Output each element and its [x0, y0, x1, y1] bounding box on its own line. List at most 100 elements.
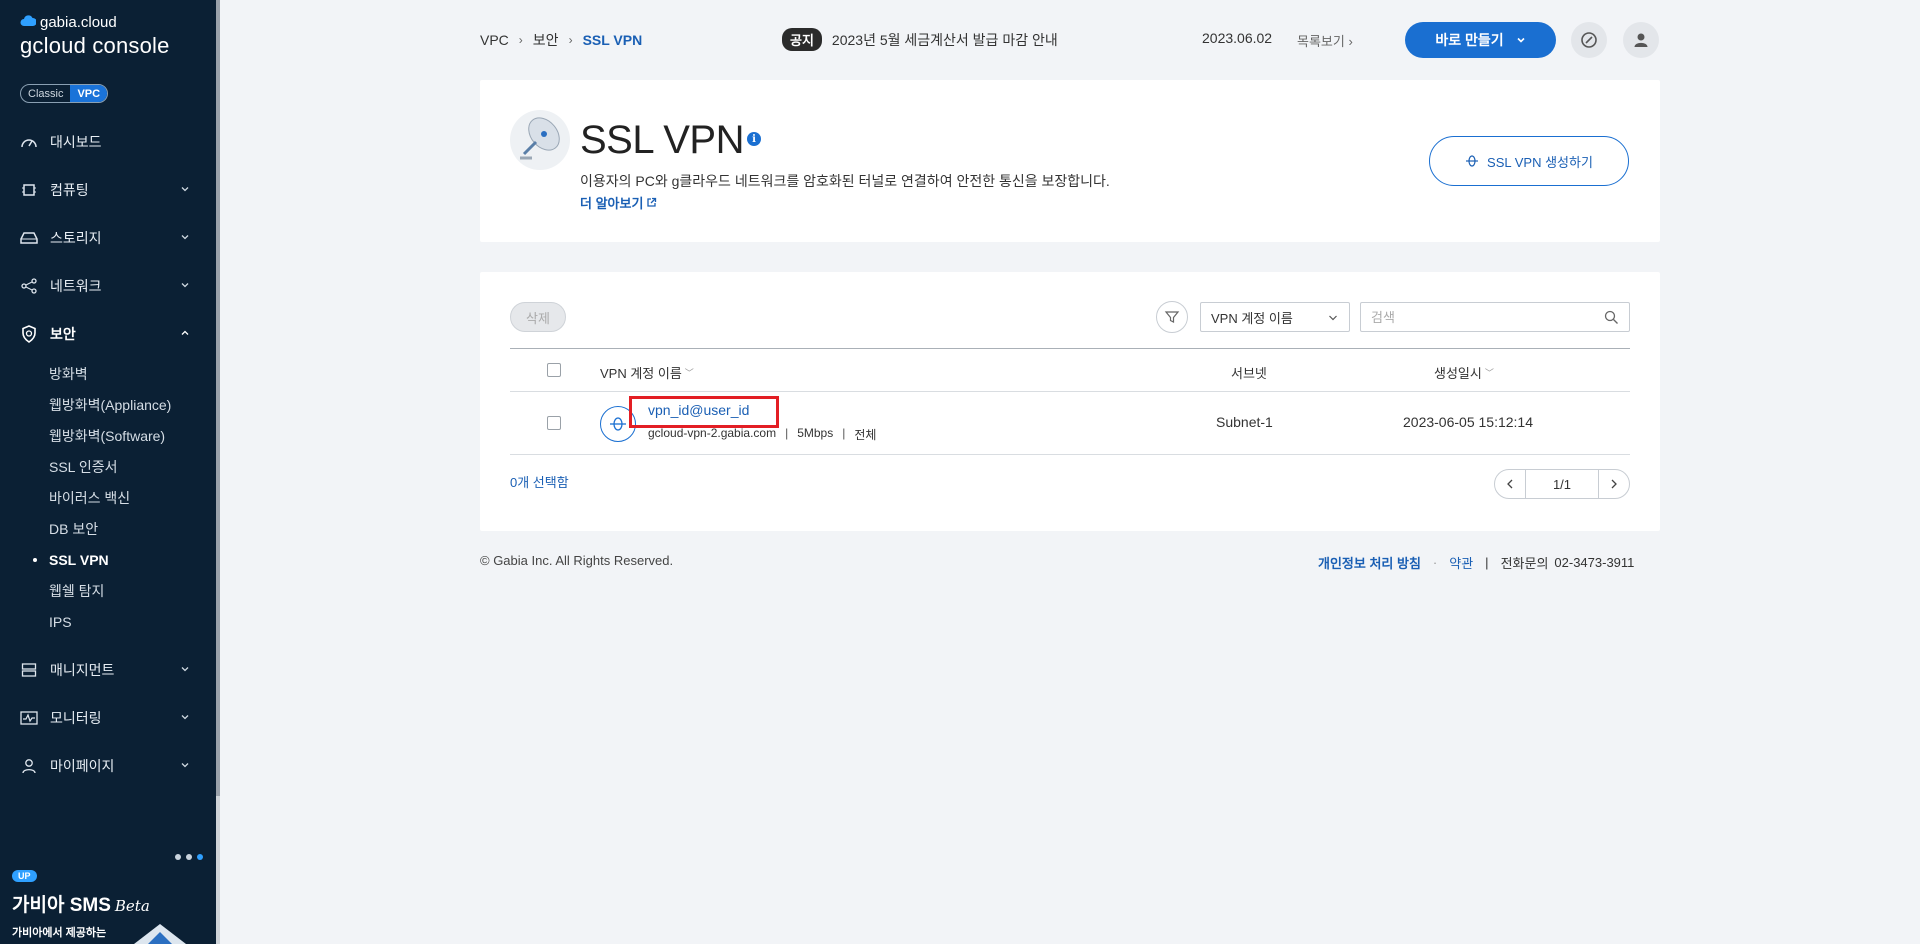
promo-badge: UP: [12, 870, 37, 882]
selected-count: 0개 선택함: [510, 475, 569, 490]
monitor-icon: [20, 709, 38, 727]
chevron-down-icon: [181, 283, 189, 288]
chevron-right-icon: ›: [1344, 34, 1353, 49]
toggle-vpc[interactable]: VPC: [70, 85, 108, 102]
logo-small-text: gabia.cloud: [40, 14, 117, 31]
sidebar-item-computing[interactable]: 컴퓨팅: [0, 166, 216, 214]
learn-more-link[interactable]: 더 알아보기: [580, 193, 657, 212]
chevron-down-icon: [1329, 315, 1337, 321]
sidebar-item-label: 대시보드: [50, 134, 102, 150]
sidebar-subitem-ips[interactable]: IPS: [49, 606, 216, 637]
search-box: [1360, 302, 1630, 332]
promo-banner[interactable]: UP 가비아 SMS Beta 가비아에서 제공하는: [0, 840, 216, 944]
sidebar-subitem-firewall[interactable]: 방화벽: [49, 358, 216, 389]
sidebar-item-label: 스토리지: [50, 230, 102, 246]
search-icon[interactable]: [1604, 310, 1619, 325]
sidebar-subitem-webshell-detection[interactable]: 웹쉘 탐지: [49, 575, 216, 606]
chevron-down-icon: [181, 187, 189, 192]
chat-icon: [1581, 32, 1597, 48]
satellite-icon: [510, 110, 570, 170]
console-mode-toggle[interactable]: Classic VPC: [20, 84, 109, 103]
chevron-down-icon: [181, 715, 189, 720]
terms-link[interactable]: 약관: [1449, 553, 1473, 572]
sidebar-nav-bottom: 매니지먼트 모니터링 마이페이지: [0, 646, 216, 790]
row-checkbox[interactable]: [547, 416, 561, 430]
divider: |: [842, 426, 846, 440]
next-page-button[interactable]: [1598, 469, 1630, 499]
search-field-select[interactable]: VPN 계정 이름: [1200, 302, 1350, 332]
privacy-policy-link[interactable]: 개인정보 처리 방침: [1318, 553, 1421, 572]
sidebar-item-monitoring[interactable]: 모니터링: [0, 694, 216, 742]
sidebar-item-dashboard[interactable]: 대시보드: [0, 118, 216, 166]
row-subnet: Subnet-1: [1216, 414, 1273, 430]
sidebar-item-security[interactable]: 보안: [0, 310, 216, 358]
profile-button[interactable]: [1623, 22, 1659, 58]
sidebar: gabia.cloud gcloud console Classic VPC 대…: [0, 0, 216, 944]
chevron-down-icon: [181, 667, 189, 672]
separator: ·: [1432, 555, 1438, 570]
breadcrumb-vpc[interactable]: VPC: [480, 32, 509, 48]
carousel-dots[interactable]: [175, 854, 203, 860]
filter-button[interactable]: [1156, 301, 1188, 333]
sidebar-subitem-waf-appliance[interactable]: 웹방화벽(Appliance): [49, 389, 216, 420]
sort-icon: ﹀: [684, 368, 694, 378]
sidebar-item-label: 모니터링: [50, 710, 102, 726]
notice-list-link[interactable]: 목록보기 ›: [1297, 31, 1353, 50]
vpn-bandwidth: 5Mbps: [797, 426, 834, 440]
network-icon: [20, 277, 38, 295]
chevron-right-icon: ›: [568, 33, 573, 47]
logo-big-text: gcloud console: [20, 33, 170, 58]
sidebar-subitem-db-security[interactable]: DB 보안: [49, 513, 216, 544]
divider: |: [785, 426, 789, 440]
vpn-account-meta: gcloud-vpn-2.gabia.com | 5Mbps | 전체: [648, 426, 876, 443]
sidebar-subitem-ssl-vpn[interactable]: SSL VPN: [33, 544, 216, 575]
row-created: 2023-06-05 15:12:14: [1403, 414, 1533, 430]
sidebar-subitem-waf-software[interactable]: 웹방화벽(Software): [49, 420, 216, 451]
prev-page-button[interactable]: [1494, 469, 1526, 499]
logo[interactable]: gabia.cloud gcloud console: [20, 14, 170, 59]
server-icon: [20, 661, 38, 679]
breadcrumb-security[interactable]: 보안: [533, 30, 559, 50]
sidebar-scrollbar-thumb[interactable]: [216, 0, 220, 796]
notice[interactable]: 공지 2023년 5월 세금계산서 발급 마감 안내: [782, 28, 1058, 51]
external-link-icon: [647, 197, 657, 207]
sidebar-subitem-antivirus[interactable]: 바이러스 백신: [49, 482, 216, 513]
storage-icon: [20, 229, 38, 247]
chevron-left-icon: [1507, 479, 1513, 489]
create-ssl-vpn-button[interactable]: SSL VPN 생성하기: [1429, 136, 1629, 186]
sidebar-item-label: 매니지먼트: [50, 662, 115, 678]
breadcrumb-current: SSL VPN: [582, 32, 643, 48]
column-vpn-name[interactable]: VPN 계정 이름 ﹀: [600, 363, 694, 382]
quick-create-button[interactable]: 바로 만들기: [1405, 22, 1556, 58]
sidebar-item-label: 마이페이지: [50, 758, 115, 774]
notice-text[interactable]: 2023년 5월 세금계산서 발급 마감 안내: [832, 30, 1058, 50]
delete-button[interactable]: 삭제: [510, 302, 566, 332]
sort-icon: ﹀: [1484, 368, 1494, 378]
promo-graphic-icon: [134, 924, 186, 944]
sidebar-item-network[interactable]: 네트워크: [0, 262, 216, 310]
sidebar-item-mypage[interactable]: 마이페이지: [0, 742, 216, 790]
sidebar-item-storage[interactable]: 스토리지: [0, 214, 216, 262]
toggle-classic[interactable]: Classic: [21, 85, 70, 102]
chat-button[interactable]: [1571, 22, 1607, 58]
user-icon: [20, 757, 38, 775]
security-submenu: 방화벽 웹방화벽(Appliance) 웹방화벽(Software) SSL 인…: [0, 358, 216, 637]
table-header: VPN 계정 이름 ﹀ 서브넷 생성일시 ﹀: [510, 348, 1630, 392]
column-created[interactable]: 생성일시 ﹀: [1434, 363, 1494, 382]
chevron-down-icon: [181, 235, 189, 240]
info-icon[interactable]: i: [747, 132, 761, 146]
phone-label: 전화문의: [1500, 556, 1549, 571]
select-all-checkbox[interactable]: [547, 363, 561, 377]
chevron-right-icon: [1611, 479, 1617, 489]
sidebar-item-management[interactable]: 매니지먼트: [0, 646, 216, 694]
sidebar-nav: 대시보드 컴퓨팅 스토리지 네트워크 보안 방화벽 웹방화벽(Appliance…: [0, 118, 216, 637]
breadcrumb: VPC › 보안 › SSL VPN: [480, 30, 642, 50]
sidebar-subitem-ssl-certificate[interactable]: SSL 인증서: [49, 451, 216, 482]
user-icon: [1634, 33, 1648, 47]
search-input[interactable]: [1361, 303, 1591, 331]
page-title: SSL VPN: [580, 118, 744, 162]
shield-icon: [20, 325, 38, 343]
separator: |: [1485, 555, 1489, 570]
notice-date: 2023.06.02: [1202, 30, 1273, 46]
filter-icon: [1164, 311, 1180, 323]
